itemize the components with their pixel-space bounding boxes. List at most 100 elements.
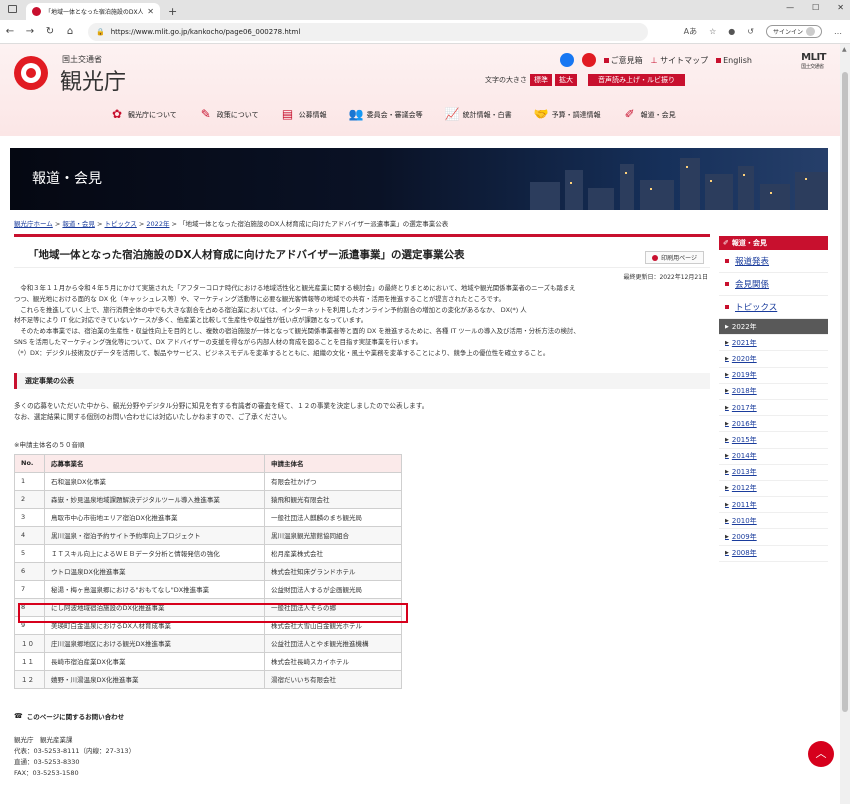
favorite-star-icon[interactable]: ☆ [709, 27, 716, 36]
youtube-icon[interactable] [581, 53, 596, 67]
forward-icon[interactable]: → [20, 26, 40, 37]
signin-button[interactable]: サインイン [765, 25, 822, 38]
back-to-top-button[interactable]: ︿ [808, 741, 834, 767]
reload-icon[interactable]: ↻ [40, 26, 60, 37]
fontsize-standard-button[interactable]: 標準 [530, 74, 552, 86]
mlit-logo[interactable]: MLIT 国土交通省 [801, 52, 826, 70]
gnav-committee[interactable]: 👥 委員会・審議会等 [349, 108, 423, 121]
browser-tab[interactable]: 「地域一体となった宿泊施設のDX人… ✕ [26, 3, 160, 20]
refresh-extension-icon[interactable]: ↺ [747, 27, 754, 36]
extension-icon[interactable]: ● [728, 27, 735, 36]
sidebar-year-2014[interactable]: ▶ 2014年 [719, 449, 828, 465]
section-line: なお、選定結果に関する個別のお問い合わせには対応いたしかねますので、ご了承くださ… [14, 412, 291, 421]
read-aloud-button[interactable]: 音声読み上げ・ルビ振り [588, 74, 685, 86]
tab-close-icon[interactable]: ✕ [147, 7, 154, 16]
chart-icon: 📈 [444, 107, 460, 121]
contact-box: ☎ このページに関するお問い合わせ 観光庁 観光産業課 代表：03-5253-8… [14, 711, 710, 779]
sidebar-year-2021[interactable]: ▶ 2021年 [719, 335, 828, 352]
maximize-icon[interactable]: ☐ [812, 3, 819, 12]
breadcrumb-press[interactable]: 報道・会見 [62, 220, 95, 228]
hero-title: 報道・会見 [32, 171, 102, 187]
cell-no: 5 [14, 543, 45, 563]
header-link-feedback[interactable]: ご意見箱 [603, 55, 643, 66]
home-icon[interactable]: ⌂ [60, 26, 80, 37]
sidebar-item-press-conference[interactable]: 会見関係 [719, 273, 828, 296]
breadcrumb-year[interactable]: 2022年 [146, 220, 169, 228]
sidebar-item-topics[interactable]: トピックス [719, 296, 828, 319]
sidebar-year-2010[interactable]: ▶ 2010年 [719, 513, 828, 530]
gnav-press[interactable]: ✐ 報道・会見 [623, 108, 676, 121]
print-button[interactable]: 印刷用ページ [645, 251, 704, 264]
sidebar-year-2009[interactable]: ▶ 2009年 [719, 529, 828, 546]
cell-project: 長崎市宿泊産業DX化事業 [44, 651, 265, 671]
sidebar-item-press-release[interactable]: 報道発表 [719, 250, 828, 273]
sidebar-year-2012[interactable]: ▶ 2012年 [719, 481, 828, 498]
pencil-icon: ✐ [624, 107, 635, 121]
column-header-project: 応募事業名 [44, 453, 265, 473]
sidebar-year-2022[interactable]: ▶ 2022年 [719, 319, 828, 336]
read-aloud-icon[interactable]: Aあ [684, 26, 697, 37]
url-input[interactable]: 🔒 https://www.mlit.go.jp/kankocho/page06… [88, 22, 648, 41]
gnav-statistics[interactable]: 📈 統計情報・白書 [445, 108, 512, 121]
hero-banner: 報道・会見 [10, 148, 828, 210]
sidebar: ✐ 報道・会見 報道発表 会見関係 トピックス ▶ 2022年 ▶ 2021年 ▶ 2… [719, 236, 828, 562]
gnav-budget[interactable]: 🤝 予算・調達情報 [534, 108, 601, 121]
table-row: １０ 庄川温泉郷地区における観光DX推進事業 公益社団法人とやま観光推進機構 [14, 633, 402, 653]
sidebar-year-2008[interactable]: ▶ 2008年 [719, 546, 828, 562]
page-scrollbar[interactable]: ▲ [840, 44, 850, 804]
breadcrumb-topics[interactable]: トピックス [105, 220, 137, 228]
phone-icon: ☎ [14, 711, 23, 720]
sidebar-year-2020[interactable]: ▶ 2020年 [719, 351, 828, 368]
gnav-public-offer[interactable]: ▤ 公募情報 [281, 108, 327, 121]
cell-project: ウトロ温泉DX化推進事業 [44, 561, 265, 581]
pencil-icon: ✐ [723, 239, 729, 247]
header-link-sitemap[interactable]: ⊥ サイトマップ [651, 55, 709, 66]
cell-no: １２ [14, 669, 45, 689]
logo-agency[interactable]: 観光庁 [60, 64, 126, 96]
cell-applicant: 猿飛和観光有限会社 [264, 489, 402, 509]
cell-applicant: 湯宿だいいち有限会社 [264, 669, 402, 689]
scroll-up-icon[interactable]: ▲ [842, 46, 847, 53]
fontsize-controls: 文字の大きさ 標準 拡大 音声読み上げ・ルビ振り [485, 74, 685, 86]
fontsize-large-button[interactable]: 拡大 [555, 74, 577, 86]
section-body: 多くの応募をいただいた中から、観光分野やデジタル分野に知見を有する有識者の審査を… [14, 401, 710, 423]
gnav-about[interactable]: ✿ 観光庁について [110, 108, 177, 121]
sidebar-year-2019[interactable]: ▶ 2019年 [719, 368, 828, 384]
cell-project: 秘湯・梅ヶ島温泉郷における"おもてなし"DX推進事業 [44, 579, 265, 599]
people-icon: 👥 [348, 107, 364, 121]
sidebar-year-2016[interactable]: ▶ 2016年 [719, 416, 828, 433]
new-tab-icon[interactable]: + [168, 3, 177, 20]
cell-no: 2 [14, 489, 45, 509]
sidebar-year-2018[interactable]: ▶ 2018年 [719, 384, 828, 400]
table-row: １２ 嬉野・川湯温泉DX化推進事業 湯宿だいいち有限会社 [14, 669, 402, 689]
back-icon[interactable]: ← [0, 26, 20, 37]
sidebar-year-2015[interactable]: ▶ 2015年 [719, 432, 828, 449]
print-icon [652, 254, 659, 261]
results-table: No. 応募事業名 申請主体名 1 石和温泉DX化事業 有限会社かげつ 2 森嶽・妙見… [14, 453, 402, 689]
cell-project: 黒川温泉・宿泊予約サイト予約率向上プロジェクト [44, 525, 265, 545]
sidebar-year-2011[interactable]: ▶ 2011年 [719, 497, 828, 514]
table-row: 6 ウトロ温泉DX化推進事業 株式会社知床グランドホテル [14, 561, 402, 581]
cell-no: 4 [14, 525, 45, 545]
jta-logo-icon[interactable] [14, 56, 48, 90]
breadcrumb-home[interactable]: 観光庁ホーム [14, 220, 53, 228]
last-updated: 最終更新日：2022年12月21日 [623, 274, 708, 281]
intro-line: そのため本事業では、宿泊業の生産性・収益性向上を目的とし、複数の宿泊施設が一体と… [14, 327, 580, 336]
more-menu-icon[interactable]: … [834, 27, 842, 36]
column-header-applicant: 申請主体名 [264, 453, 402, 473]
sidebar-year-2013[interactable]: ▶ 2013年 [719, 465, 828, 481]
main-content: 「地域一体となった宿泊施設のDX人材育成に向けたアドバイザー派遣事業」の選定事業… [14, 234, 710, 779]
facebook-icon[interactable] [559, 53, 574, 67]
close-window-icon[interactable]: ✕ [837, 3, 844, 12]
window-menu-icon[interactable] [8, 5, 17, 13]
sidebar-year-2017[interactable]: ▶ 2017年 [719, 400, 828, 417]
intro-line: SNS を活用したマーケティング強化等について、DX アドバイザーの支援を得なが… [14, 337, 423, 346]
minimize-icon[interactable]: — [786, 3, 794, 12]
handshake-icon: 🤝 [533, 107, 549, 121]
cell-no: １０ [14, 633, 45, 653]
scrollbar-thumb[interactable] [842, 72, 848, 712]
header-links: ご意見箱 ⊥ サイトマップ English [559, 53, 752, 67]
gnav-policy[interactable]: ✎ 政策について [199, 108, 259, 121]
contact-line: 観光庁 観光産業課 [14, 735, 73, 744]
header-link-english[interactable]: English [716, 56, 752, 65]
